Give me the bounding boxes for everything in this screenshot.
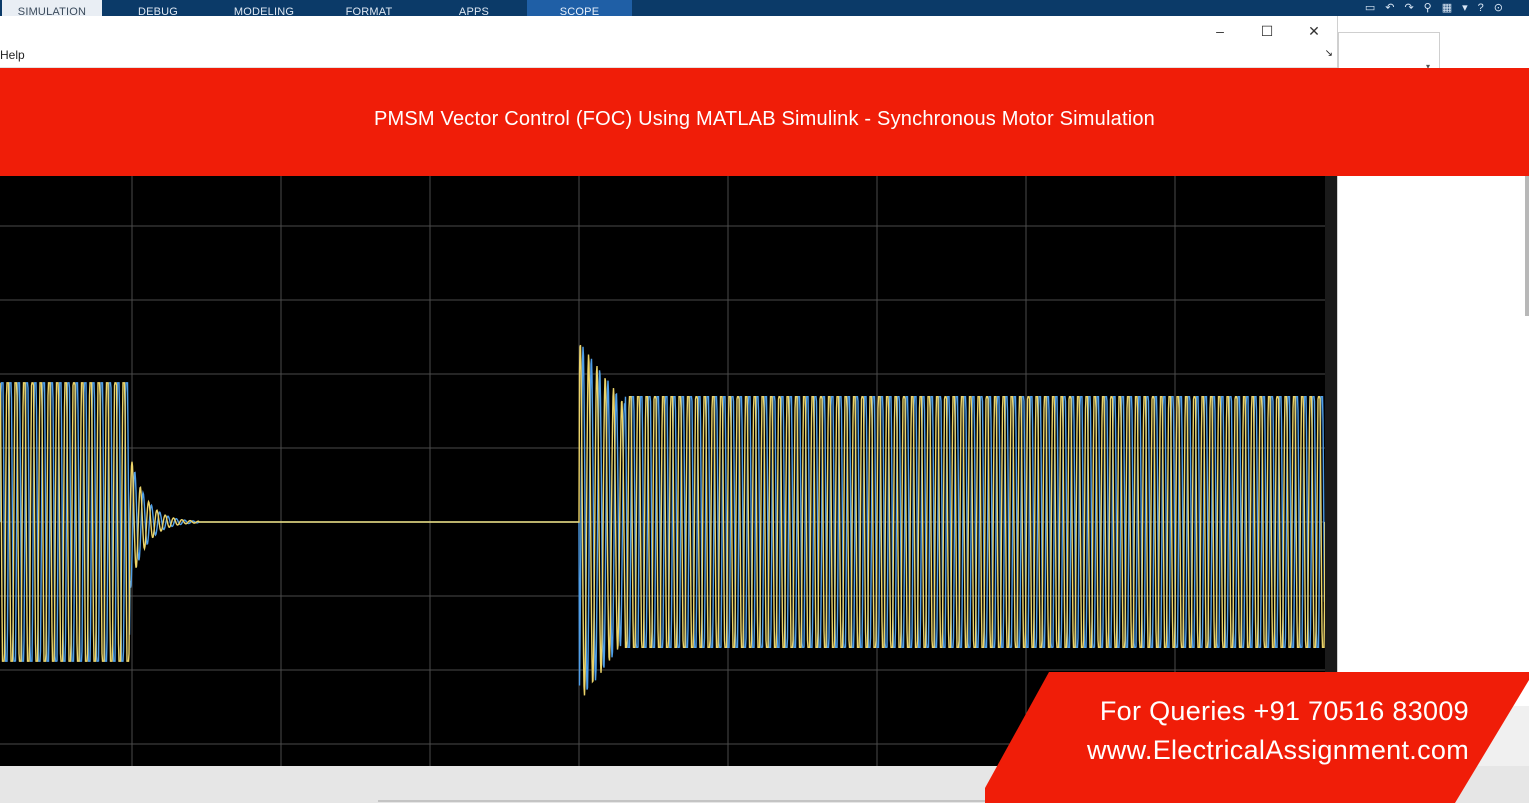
quick-access-toolbar: ▭ ↶ ↷ ⚲ ▦ ▾ ? ⊙: [1289, 0, 1529, 16]
options-icon[interactable]: ⊙: [1494, 0, 1503, 16]
window-titlebar: – ☐ ✕: [0, 16, 1337, 44]
help-icon[interactable]: ?: [1478, 0, 1484, 16]
tab-simulation[interactable]: SIMULATION: [2, 0, 102, 16]
contact-phone: For Queries +91 70516 83009: [1099, 696, 1469, 726]
tab-apps[interactable]: APPS: [448, 0, 500, 16]
contact-website: www.ElectricalAssignment.com: [1086, 735, 1469, 765]
chevron-down-icon[interactable]: ▾: [1462, 0, 1468, 16]
contact-overlay: For Queries +91 70516 83009 www.Electric…: [985, 672, 1529, 803]
tab-scope[interactable]: SCOPE: [527, 0, 632, 16]
undo-icon[interactable]: ↶: [1385, 0, 1394, 16]
menu-help[interactable]: Help: [0, 48, 25, 62]
expand-arrow-icon[interactable]: ↘: [1325, 48, 1333, 59]
panel-field[interactable]: [1338, 32, 1440, 70]
close-button[interactable]: ✕: [1299, 20, 1329, 42]
tab-debug[interactable]: DEBUG: [122, 0, 194, 16]
save-icon[interactable]: ▭: [1365, 0, 1375, 16]
title-banner: PMSM Vector Control (FOC) Using MATLAB S…: [0, 68, 1529, 176]
maximize-button[interactable]: ☐: [1252, 20, 1282, 42]
search-icon[interactable]: ⚲: [1424, 0, 1432, 16]
ribbon-tab-strip: SIMULATION DEBUG MODELING FORMAT APPS SC…: [0, 0, 1529, 16]
layout-icon[interactable]: ▦: [1442, 0, 1452, 16]
minimize-button[interactable]: –: [1205, 20, 1235, 42]
tab-modeling[interactable]: MODELING: [224, 0, 304, 16]
banner-title: PMSM Vector Control (FOC) Using MATLAB S…: [373, 108, 1156, 130]
menu-bar: Help ↘: [0, 44, 1337, 68]
redo-icon[interactable]: ↷: [1404, 0, 1413, 16]
tab-format[interactable]: FORMAT: [336, 0, 402, 16]
